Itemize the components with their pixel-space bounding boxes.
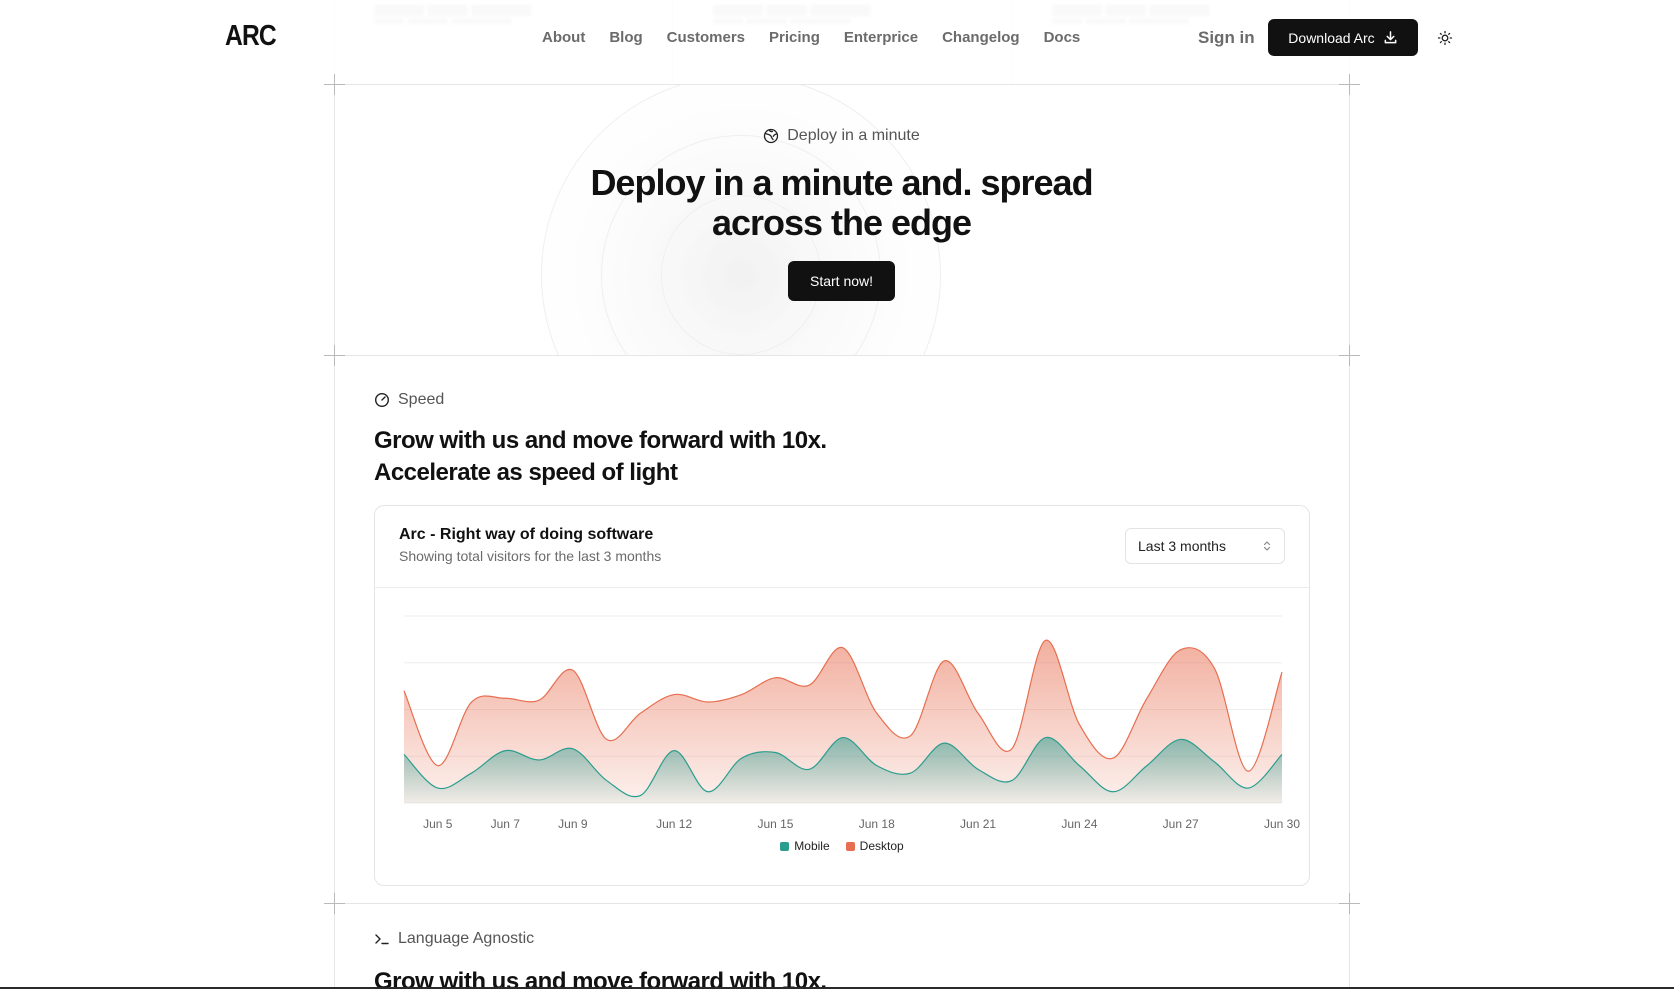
hero-pill: Deploy in a minute: [334, 127, 1349, 145]
language-label-text: Language Agnostic: [398, 930, 535, 947]
gauge-icon: [374, 392, 390, 408]
site-header: ARC About Blog Customers Pricing Enterpr…: [0, 0, 1674, 84]
legend-swatch-desktop: [845, 842, 855, 851]
download-icon: [1384, 31, 1397, 44]
globe-icon: [764, 128, 779, 144]
terminal-icon: [375, 934, 389, 945]
chart-card-header: Arc - Right way of doing software Showin…: [375, 506, 1309, 588]
x-tick-label: Jun 30: [1264, 817, 1300, 831]
sign-in-link[interactable]: Sign in: [1198, 28, 1255, 48]
speed-heading-regular: Grow with us and move forward with 10x.: [374, 427, 827, 454]
hero-title-bold-2: across the edge: [711, 202, 972, 243]
chart-legend: Mobile Desktop: [375, 839, 1309, 853]
main-nav: About Blog Customers Pricing Enterprice …: [542, 29, 1104, 46]
hero-section: Deploy in a minute Deploy in a minute an…: [334, 85, 1349, 355]
x-axis-ticks: Jun 5 Jun 7 Jun 9 Jun 12 Jun 15 Jun 18 Jun 21 J…: [423, 817, 1300, 831]
x-tick-label: Jun 5: [423, 817, 453, 831]
nav-link-pricing[interactable]: Pricing: [769, 29, 820, 46]
frame-line-right: [1349, 0, 1350, 989]
x-tick-label: Jun 15: [757, 817, 793, 831]
chart-card-title: Arc - Right way of doing software: [399, 526, 654, 543]
speed-heading-bold: Accelerate as speed of light: [374, 459, 678, 486]
nav-link-blog[interactable]: Blog: [609, 29, 642, 46]
download-arc-button[interactable]: Download Arc: [1268, 19, 1418, 56]
chart-card-subtitle: Showing total visitors for the last 3 mo…: [399, 548, 662, 564]
language-heading-regular: Grow with us and move forward with 10x.: [374, 968, 827, 989]
x-tick-label: Jun 18: [859, 817, 895, 831]
speed-heading: Grow with us and move forward with 10x. …: [374, 425, 827, 489]
x-tick-label: Jun 21: [960, 817, 996, 831]
corner-mark: [324, 345, 345, 366]
hero-title-bold-1: spread: [980, 162, 1094, 203]
frame-line-mid: [334, 355, 1349, 356]
chart-areas: [403, 639, 1283, 803]
nav-link-about[interactable]: About: [542, 29, 585, 46]
legend-item-desktop: Desktop: [845, 839, 904, 853]
hero-title: Deploy in a minute and. spread across th…: [334, 163, 1349, 243]
nav-link-customers[interactable]: Customers: [667, 29, 745, 46]
visitors-chart-card: Arc - Right way of doing software Showin…: [374, 505, 1310, 886]
arc-logo[interactable]: ARC: [225, 20, 277, 53]
sun-icon[interactable]: [1437, 30, 1453, 46]
chevron-updown-icon: [1263, 541, 1271, 551]
legend-label-mobile: Mobile: [794, 839, 830, 853]
start-now-button[interactable]: Start now!: [788, 261, 895, 301]
x-tick-label: Jun 27: [1163, 817, 1199, 831]
speed-label-text: Speed: [398, 391, 445, 408]
legend-item-mobile: Mobile: [780, 839, 830, 853]
corner-mark: [324, 893, 345, 914]
time-range-select[interactable]: Last 3 months: [1125, 528, 1285, 564]
x-tick-label: Jun 24: [1061, 817, 1097, 831]
x-tick-label: Jun 12: [656, 817, 692, 831]
nav-link-docs[interactable]: Docs: [1044, 29, 1081, 46]
corner-mark: [1339, 345, 1360, 366]
legend-label-desktop: Desktop: [859, 839, 904, 853]
x-tick-label: Jun 7: [491, 817, 521, 831]
language-label: Language Agnostic: [374, 930, 534, 948]
hero-pill-label: Deploy in a minute: [787, 127, 920, 144]
nav-link-enterprice[interactable]: Enterprice: [844, 29, 918, 46]
frame-line-lower: [334, 903, 1349, 904]
nav-link-changelog[interactable]: Changelog: [942, 29, 1020, 46]
visitors-area-chart: Jun 5 Jun 7 Jun 9 Jun 12 Jun 15 Jun 18 Jun 21 J…: [403, 615, 1300, 831]
download-button-label: Download Arc: [1288, 29, 1375, 46]
x-tick-label: Jun 9: [558, 817, 588, 831]
legend-swatch-mobile: [780, 842, 790, 851]
speed-label: Speed: [374, 391, 444, 409]
language-heading: Grow with us and move forward with 10x.: [374, 966, 827, 989]
corner-mark: [1339, 893, 1360, 914]
time-range-value: Last 3 months: [1138, 538, 1226, 554]
hero-title-regular: Deploy in a minute and.: [590, 162, 981, 203]
